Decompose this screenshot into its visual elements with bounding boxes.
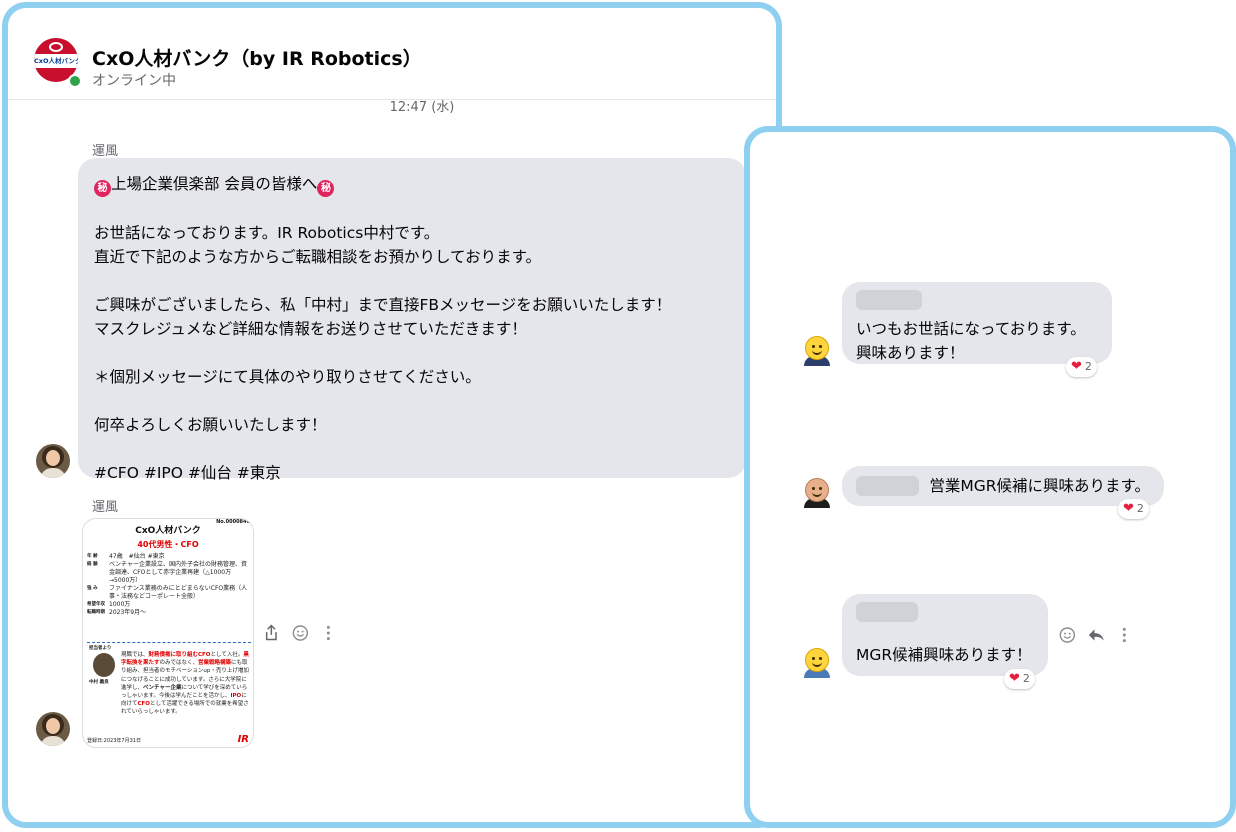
reply-line: 興味あります！ (856, 344, 965, 362)
avatar-face (805, 478, 829, 502)
sender-avatar[interactable] (36, 712, 70, 746)
card-row-key: 経 験 (87, 562, 98, 567)
secret-mark-icon: 秘 (94, 180, 111, 197)
secret-mark-icon: 秘 (317, 180, 335, 197)
card-number: No.0000846 (216, 519, 250, 525)
card-row: 経 験 ベンチャー企業設立、国内外子会社の財務管理、資金調達、CFOとして赤字企業… (87, 561, 251, 585)
card-row: 転職時期 2023年9月～ (87, 609, 251, 617)
share-icon[interactable] (262, 623, 281, 643)
reaction-badge[interactable]: ❤ 2 (1004, 669, 1035, 689)
chat-header: CxO人材バンク CxO人材バンク（by IR Robotics） オンライン中 (8, 8, 776, 100)
sender-name: 運風 (92, 500, 119, 515)
reaction-badge[interactable]: ❤ 2 (1118, 499, 1149, 519)
reco-highlight: IPO (230, 693, 242, 700)
reco-highlight: CFO (137, 701, 150, 708)
message-line (94, 341, 730, 365)
reply-icon[interactable] (1087, 625, 1106, 645)
card-recommendation: 現職では、財務債権に取り組むCFOとして入社。黒字転換を果たすのみではなく、営業… (87, 651, 251, 717)
message-text: 上場企業倶楽部 会員の皆様へ (111, 175, 318, 193)
reply-line: 営業MGR候補に興味あります。 (929, 477, 1150, 495)
card-headline: 40代男性・CFO (137, 540, 199, 549)
sender-avatar[interactable] (36, 444, 70, 478)
avatar-body (40, 468, 66, 478)
message-line: 秘上場企業倶楽部 会員の皆様へ秘 (94, 172, 730, 197)
card-row-value: 47歳 #仙台 #東京 (109, 553, 165, 560)
chat-panel: CxO人材バンク CxO人材バンク（by IR Robotics） オンライン中… (2, 2, 782, 828)
reply-line: いつもお世話になっております。 (856, 320, 1086, 338)
avatar-face (46, 718, 60, 734)
message-line (94, 437, 730, 461)
ir-logo: IR (237, 734, 249, 745)
card-row: 強 み ファイナンス業務のみにとどまらないCFO業務（人事・法務などコーポレート全… (87, 585, 251, 601)
heart-icon: ❤ (1123, 501, 1134, 516)
heart-icon: ❤ (1009, 671, 1020, 686)
card-row-value: 2023年9月～ (109, 609, 147, 616)
online-indicator (68, 74, 82, 88)
reaction-badge[interactable]: ❤ 2 (1066, 357, 1097, 377)
card-row-key: 強 み (87, 586, 98, 591)
card-row-value: 1000万 (109, 601, 131, 608)
reply-actions (1058, 624, 1134, 646)
chat-title[interactable]: CxO人材バンク（by IR Robotics） (92, 44, 422, 71)
reco-highlight: 財務債権に取り組むCFO (148, 652, 211, 658)
reaction-count: 2 (1084, 360, 1092, 373)
message-line: お世話になっております。IR Robotics中村です。 (94, 224, 440, 242)
reco-text: として入社。 (210, 652, 244, 658)
replier-avatar[interactable] (802, 476, 832, 508)
reaction-count: 2 (1022, 672, 1030, 685)
emoji-icon[interactable] (1058, 625, 1077, 645)
message-line: ＊個別メッセージにて具体のやり取りさせてください。 (94, 368, 481, 386)
avatar-face (46, 450, 60, 466)
message-line: マスクレジュメなど詳細な情報をお送りさせていただきます！ (94, 320, 527, 338)
card-row-key: 希望年収 (87, 602, 105, 607)
message-hashtags[interactable]: #CFO #IPO #仙台 #東京 (94, 461, 730, 485)
message-line: ご興味がございましたら、私「中村」まで直接FBメッセージをお願いいたします！ (94, 296, 672, 314)
reply-line: MGR候補興味あります！ (856, 646, 1032, 664)
card-row: 希望年収 1000万 (87, 601, 251, 609)
avatar-body (40, 736, 66, 746)
reco-bold: ベンチャー企業 (143, 684, 182, 691)
logo-text: CxO人材バンク (34, 54, 78, 68)
message-timestamp: 12:47 (水) (389, 100, 455, 115)
message-actions (262, 622, 338, 644)
card-date: 登録日:2023年7月31日 (87, 738, 141, 744)
message-line: 何卒よろしくお願いいたします！ (94, 416, 327, 434)
reco-highlight: 営業戦略構築 (198, 660, 232, 667)
more-icon[interactable] (1115, 625, 1134, 645)
reply-bubble[interactable]: いつもお世話になっております。 興味あります！ (842, 282, 1112, 364)
message-bubble[interactable]: 秘上場企業倶楽部 会員の皆様へ秘 お世話になっております。IR Robotics… (78, 158, 746, 482)
card-row: 年 齢 47歳 #仙台 #東京 (87, 553, 251, 561)
message-line (94, 389, 730, 413)
replier-avatar[interactable] (802, 334, 832, 366)
card-rows: 年 齢 47歳 #仙台 #東京 経 験 ベンチャー企業設立、国内外子会社の財務管理、… (87, 553, 251, 617)
blurred-name (856, 602, 918, 622)
blurred-name (856, 476, 920, 496)
reco-text: 現職では、 (121, 652, 149, 658)
avatar-face (805, 648, 829, 672)
message-line (94, 269, 730, 293)
message-line: 直近で下記のような方からご転職相談をお預かりしております。 (94, 248, 542, 266)
emoji-icon[interactable] (291, 623, 310, 643)
card-divider (87, 642, 251, 643)
logo-swirl-icon (49, 42, 63, 52)
blurred-name (856, 290, 922, 310)
reply-bubble[interactable]: MGR候補興味あります！ (842, 594, 1048, 676)
reply-bubble[interactable]: 営業MGR候補に興味あります。 (842, 466, 1164, 506)
heart-icon: ❤ (1071, 359, 1082, 374)
avatar-face (805, 336, 829, 360)
chat-status: オンライン中 (92, 73, 176, 89)
card-row-value: ファイナンス業務のみにとどまらないCFO業務（人事・法務などコーポレート全般） (109, 585, 248, 600)
screenshot-composite: CxO人材バンク CxO人材バンク（by IR Robotics） オンライン中… (0, 0, 1236, 832)
card-row-key: 転職時期 (87, 610, 105, 615)
replier-avatar[interactable] (802, 646, 832, 678)
reco-text: のみではなく、 (159, 660, 199, 667)
message-line (94, 197, 730, 221)
more-icon[interactable] (319, 623, 338, 643)
card-row-value: ベンチャー企業設立、国内外子会社の財務管理、資金調達、CFOとして赤字企業再建（… (109, 561, 247, 584)
card-row-key: 年 齢 (87, 554, 98, 559)
reaction-count: 2 (1136, 502, 1144, 515)
sender-name: 運風 (92, 144, 119, 159)
resume-image-attachment[interactable]: CxO人材バンク No.0000846 40代男性・CFO 年 齢 47歳 #仙台… (82, 518, 254, 748)
